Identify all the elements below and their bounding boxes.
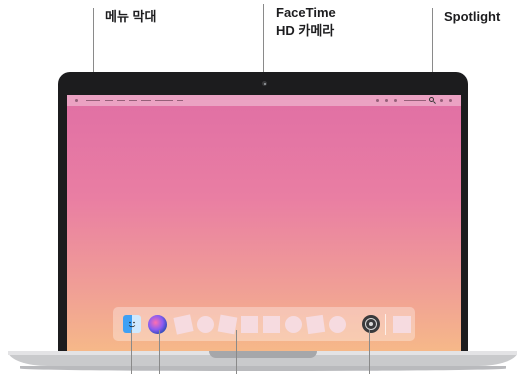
menu-item-go[interactable]	[141, 100, 151, 101]
camera-callout-line	[263, 4, 264, 80]
menu-item-view[interactable]	[129, 100, 137, 101]
trash-icon[interactable]	[393, 316, 411, 333]
finder-icon[interactable]	[123, 315, 141, 333]
camera-callout-label-line2: HD 카메라	[276, 23, 335, 38]
menu-item-help[interactable]	[177, 100, 183, 101]
app-icon[interactable]	[241, 316, 258, 333]
app-icon[interactable]	[285, 316, 302, 333]
system-preferences-callout-line	[369, 330, 370, 374]
spotlight-search-icon[interactable]	[429, 97, 434, 102]
camera-callout-label-line1: FaceTime	[276, 5, 336, 20]
apple-menu-icon[interactable]	[75, 99, 78, 102]
desktop-screen	[67, 95, 461, 351]
menu-item-edit[interactable]	[117, 100, 125, 101]
app-icon[interactable]	[217, 314, 238, 335]
app-icon[interactable]	[263, 316, 280, 333]
spotlight-callout-label: Spotlight	[444, 9, 501, 24]
finder-callout-line	[131, 330, 132, 374]
menu-item-window[interactable]	[155, 100, 173, 101]
menu-item-file[interactable]	[105, 100, 113, 101]
menu-bar[interactable]	[67, 95, 461, 106]
siri-icon[interactable]	[148, 315, 167, 334]
app-icon[interactable]	[305, 314, 326, 335]
app-icon[interactable]	[173, 314, 194, 335]
siri-menu-icon[interactable]	[440, 99, 443, 102]
app-icon[interactable]	[329, 316, 346, 333]
notification-center-icon[interactable]	[449, 99, 452, 102]
menubar-callout-label: 메뉴 막대	[105, 9, 157, 24]
laptop-base-shadow	[20, 366, 506, 371]
camera-lens	[263, 82, 266, 85]
dock-separator	[385, 314, 386, 335]
menu-item-app[interactable]	[86, 100, 100, 101]
app-icon[interactable]	[197, 316, 214, 333]
finder-face-graphic	[128, 321, 136, 328]
system-preferences-icon[interactable]	[362, 315, 380, 333]
siri-callout-line	[159, 330, 160, 374]
wifi-icon[interactable]	[385, 99, 388, 102]
clock-text[interactable]	[404, 100, 426, 101]
battery-icon[interactable]	[394, 99, 397, 102]
laptop-opening-notch	[209, 351, 317, 358]
status-icon[interactable]	[376, 99, 379, 102]
dock-callout-line	[236, 330, 237, 374]
